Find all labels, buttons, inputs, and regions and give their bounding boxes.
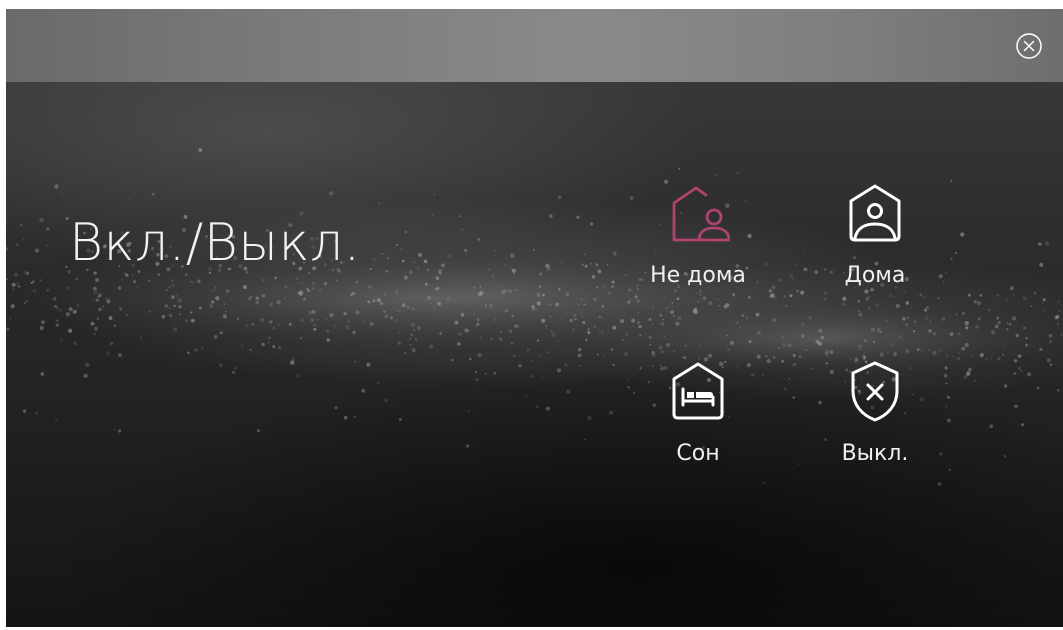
- top-bar: [6, 9, 1063, 82]
- security-mode-screen: Вкл./Выкл. Не дома Дома Сон Выкл.: [6, 9, 1063, 627]
- background-texture: [6, 148, 1063, 492]
- away-home-person-icon: [672, 186, 730, 242]
- mode-away-button[interactable]: Не дома: [623, 181, 773, 288]
- mode-home-label: Дома: [844, 263, 906, 288]
- mode-away-label: Не дома: [650, 263, 746, 288]
- home-bed-icon: [672, 362, 724, 420]
- home-person-icon: [849, 184, 901, 242]
- shield-x-icon: [851, 361, 899, 422]
- mode-off-button[interactable]: Выкл.: [800, 359, 950, 466]
- close-icon[interactable]: [1015, 32, 1043, 60]
- mode-off-label: Выкл.: [841, 441, 909, 466]
- mode-sleep-label: Сон: [676, 441, 720, 466]
- mode-sleep-button[interactable]: Сон: [623, 359, 773, 466]
- mode-home-button[interactable]: Дома: [800, 181, 950, 288]
- page-title: Вкл./Выкл.: [69, 213, 361, 273]
